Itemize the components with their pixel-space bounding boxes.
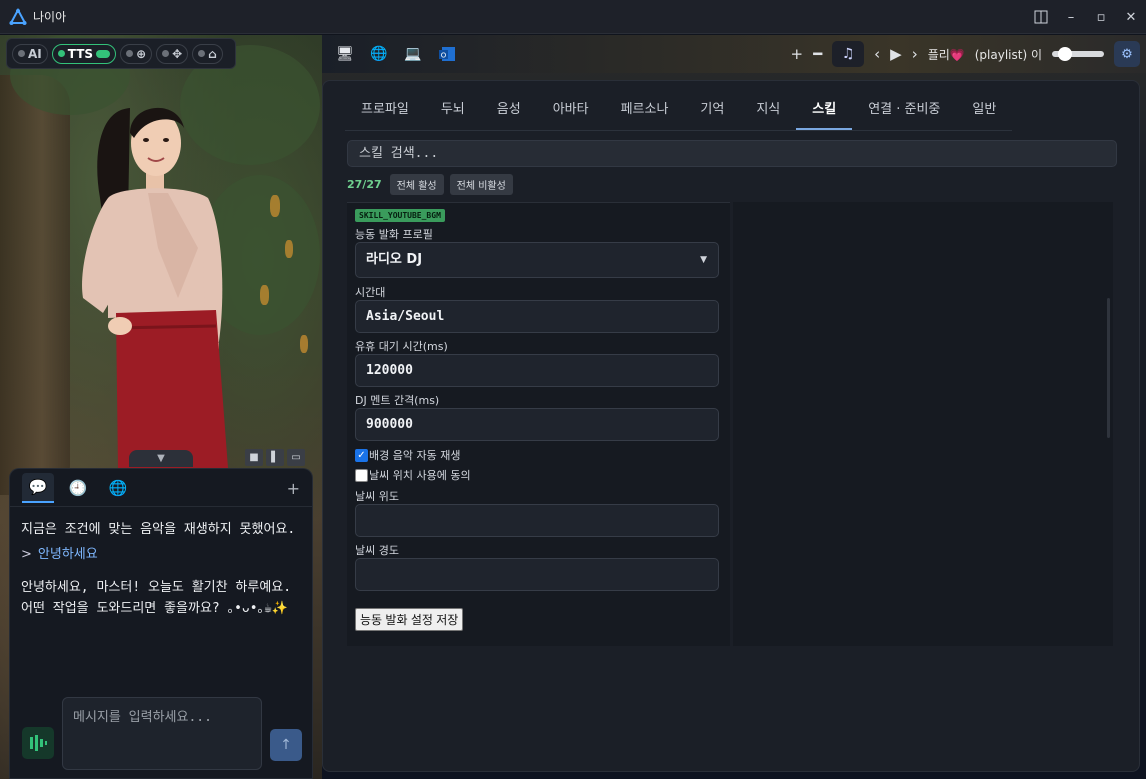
dj-interval-input[interactable]: 900000 [355,408,719,441]
tab-4[interactable]: 페르소나 [605,91,685,130]
assistant-message: 지금은 조건에 맞는 음악을 재생하지 못했어요. [21,522,296,537]
skill-config-card: SKILL_YOUTUBE_BGM 능동 발화 프로필 라디오 DJ ▼ 시간대 … [347,202,730,646]
move-toggle[interactable]: ✥ [156,43,189,64]
settings-tabs: 프로파일 두뇌 음성 아바타 페르소나 기억 지식 스킬 연결 · 준비중 일반 [345,91,1013,131]
history-tab-icon[interactable]: 🕘 [62,473,94,503]
remove-icon[interactable]: ━ [813,45,822,63]
maximize-button[interactable]: ▫ [1086,0,1116,34]
chat-tab-icon[interactable]: 💬 [22,472,54,503]
now-playing-title: 플리💗 [927,47,965,62]
view-horizontal-icon[interactable]: ▭ [287,449,305,466]
svg-text:O: O [441,52,447,60]
latitude-label: 날씨 위도 [355,490,399,503]
next-track-icon[interactable]: › [912,45,918,63]
profile-label: 능동 발화 프로필 [355,228,433,241]
prev-track-icon[interactable]: ‹ [874,45,880,63]
skill-count: 27/27 [347,178,382,191]
enable-all-button[interactable]: 전체 활성 [389,174,444,195]
chat-input-area: 메시지를 입력하세요... ↑ [9,689,313,779]
assistant-message: 안녕하세요, 마스터! 오늘도 활기찬 하루예요. 어떤 작업을 도와드리면 좋… [21,580,292,616]
tab-2[interactable]: 음성 [481,91,537,130]
user-message: > 안녕하세요 [21,547,98,562]
sidebar-toggle-icon[interactable] [1026,0,1056,34]
voice-input-icon[interactable] [22,727,54,759]
music-note-icon[interactable]: ♫ [832,41,865,67]
avatar-character [38,98,248,468]
autoplay-checkbox[interactable]: ✓ 배경 음악 자동 재생 [355,447,460,463]
chat-panel: 💬 🕘 🌐 + 지금은 조건에 맞는 음악을 재생하지 못했어요. > 안녕하세요… [9,468,313,689]
tab-9[interactable]: 일반 [956,91,1012,130]
play-icon[interactable]: ▶ [890,45,902,63]
tab-0[interactable]: 프로파일 [345,91,425,130]
timezone-input[interactable]: Asia/Seoul [355,300,719,333]
profile-select[interactable]: 라디오 DJ ▼ [355,242,719,278]
tab-6[interactable]: 지식 [740,91,796,130]
settings-panel: 프로파일 두뇌 음성 아바타 페르소나 기억 지식 스킬 연결 · 준비중 일반 스킬 검색...… [322,80,1140,772]
scrollbar[interactable] [1107,298,1110,438]
home-toggle[interactable]: ⌂ [192,43,223,64]
new-chat-icon[interactable]: + [287,479,300,498]
move-icon: ✥ [172,46,183,61]
tab-7[interactable]: 스킬 [796,91,853,130]
chevron-down-icon: ▼ [700,255,707,265]
add-icon[interactable]: + [791,45,804,63]
timezone-label: 시간대 [355,286,386,299]
top-toolbar: 🖥 🌐 💻 O + ━ ♫ ‹ ▶ › 플리💗 (playlist) 이 ⚙ [322,35,1146,73]
now-playing-source: (playlist) 이 [974,47,1042,62]
app-logo-icon [9,7,27,26]
skill-detail-panel [733,202,1113,646]
tab-5[interactable]: 기억 [684,91,740,130]
disable-all-button[interactable]: 전체 비활성 [449,174,513,195]
tab-8[interactable]: 연결 · 준비중 [852,91,956,130]
minimize-button[interactable]: – [1056,0,1086,34]
weather-consent-checkbox[interactable]: 날씨 위치 사용에 동의 [355,467,471,483]
idle-input[interactable]: 120000 [355,354,719,387]
title-bar: 나이아 – ▫ ✕ [0,0,1146,34]
window-title: 나이아 [33,10,67,24]
skill-search-input[interactable]: 스킬 검색... [347,140,1117,167]
mode-toggle-bar: AI TTS ⊕ ✥ ⌂ [6,38,236,69]
outlook-icon[interactable]: O [436,43,458,65]
gear-icon[interactable]: ⚙ [1114,41,1140,67]
tab-3[interactable]: 아바타 [537,91,605,130]
web-tab-icon[interactable]: 🌐 [102,473,134,503]
skill-id-badge: SKILL_YOUTUBE_BGM [355,209,445,222]
target-icon: ⊕ [136,46,147,61]
globe-icon[interactable]: 🌐 [368,43,390,65]
view-controls: ■ ▌ ▭ [245,449,305,466]
monitor-icon[interactable]: 🖥 [334,43,356,65]
ai-toggle[interactable]: AI [12,43,48,64]
view-vertical-icon[interactable]: ▌ [266,449,284,466]
checkbox-empty-icon [355,468,368,482]
laptop-icon[interactable]: 💻 [402,43,424,65]
message-input[interactable]: 메시지를 입력하세요... [62,697,262,770]
collapse-panel-button[interactable]: ▼ [129,450,193,467]
tab-1[interactable]: 두뇌 [425,91,481,130]
tts-toggle[interactable]: TTS [51,43,117,64]
longitude-input[interactable] [355,558,719,591]
target-toggle[interactable]: ⊕ [120,43,153,64]
dj-interval-label: DJ 멘트 간격(ms) [355,394,440,407]
idle-label: 유휴 대기 시간(ms) [355,340,448,353]
longitude-label: 날씨 경도 [355,544,399,557]
home-icon: ⌂ [208,46,217,61]
checkbox-checked-icon: ✓ [355,448,368,462]
send-button[interactable]: ↑ [270,729,302,761]
close-button[interactable]: ✕ [1116,0,1146,34]
save-proactive-button[interactable]: 능동 발화 설정 저장 [355,608,464,631]
view-square-icon[interactable]: ■ [245,449,263,466]
latitude-input[interactable] [355,504,719,537]
volume-slider[interactable] [1052,47,1104,61]
